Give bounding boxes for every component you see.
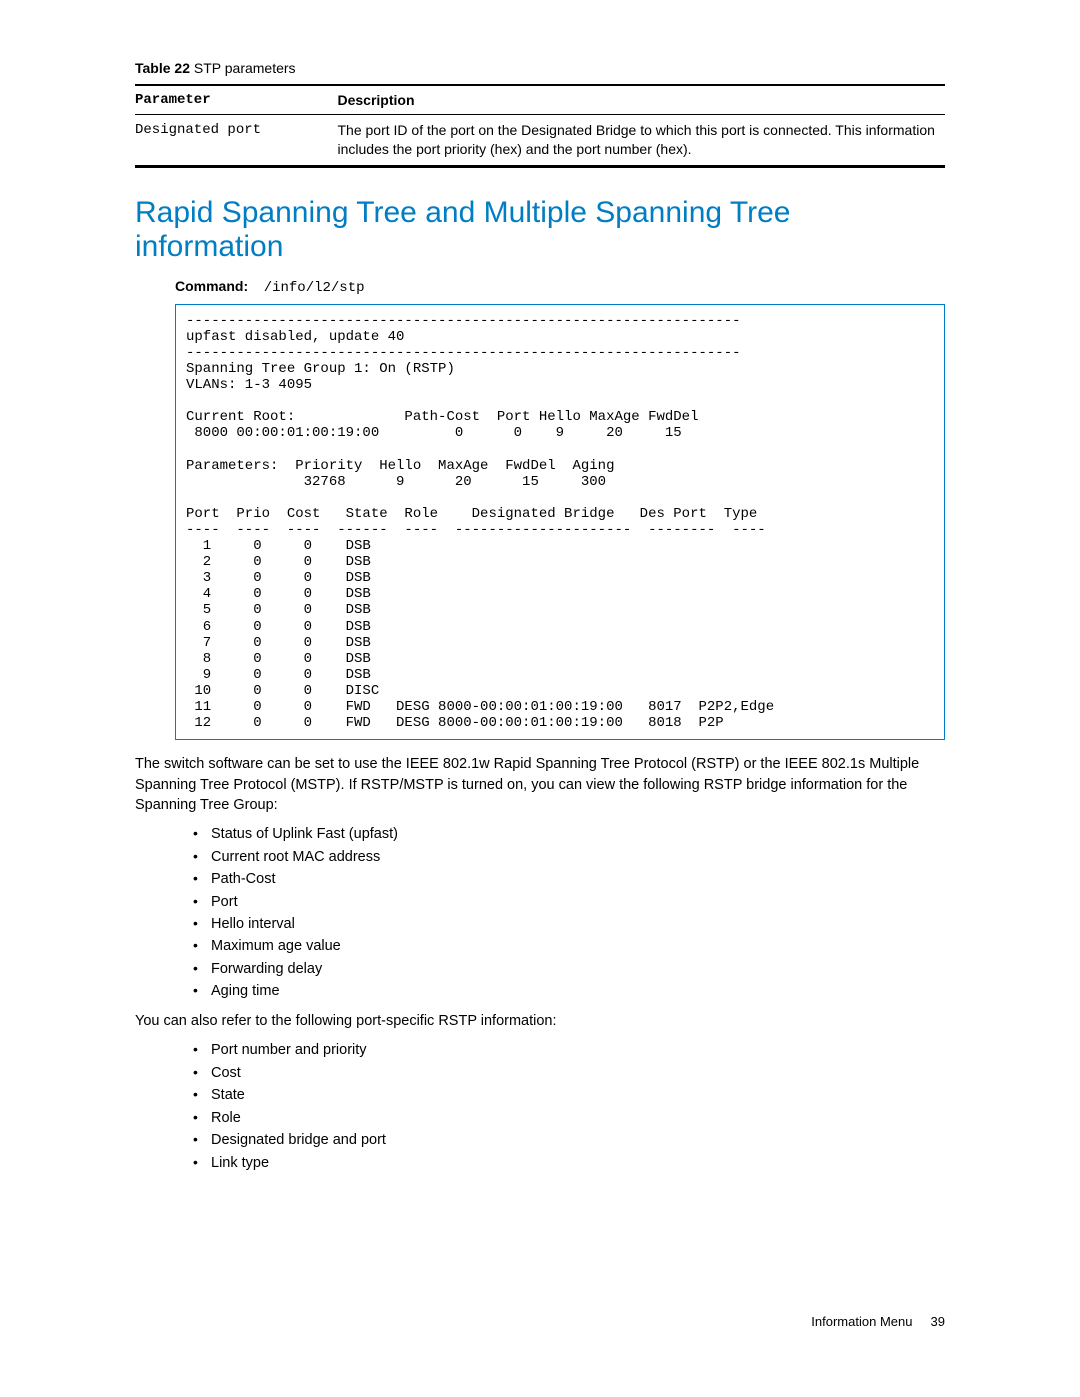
- list-item: Hello interval: [193, 913, 945, 935]
- td-description: The port ID of the port on the Designate…: [338, 115, 946, 167]
- bullet-list-1: Status of Uplink Fast (upfast) Current r…: [193, 823, 945, 1003]
- footer-page-number: 39: [931, 1314, 945, 1329]
- stp-parameters-table: Parameter Description Designated port Th…: [135, 84, 945, 168]
- th-parameter: Parameter: [135, 85, 338, 115]
- command-label: Command:: [175, 278, 248, 294]
- table-caption: Table 22 STP parameters: [135, 60, 945, 76]
- section-heading: Rapid Spanning Tree and Multiple Spannin…: [135, 196, 945, 264]
- paragraph-2: You can also refer to the following port…: [135, 1011, 945, 1031]
- document-page: Table 22 STP parameters Parameter Descri…: [0, 0, 1080, 1369]
- bullet-list-2: Port number and priority Cost State Role…: [193, 1039, 945, 1174]
- list-item: Port number and priority: [193, 1039, 945, 1061]
- table-caption-label: Table 22: [135, 60, 190, 76]
- list-item: Forwarding delay: [193, 958, 945, 980]
- footer-section: Information Menu: [811, 1314, 912, 1329]
- command-line: Command: /info/l2/stp: [175, 278, 945, 296]
- list-item: Role: [193, 1107, 945, 1129]
- list-item: Aging time: [193, 980, 945, 1002]
- list-item: Current root MAC address: [193, 846, 945, 868]
- list-item: State: [193, 1084, 945, 1106]
- cli-output-box: ----------------------------------------…: [175, 304, 945, 740]
- table-caption-text: STP parameters: [190, 60, 296, 76]
- list-item: Path-Cost: [193, 868, 945, 890]
- th-description: Description: [338, 85, 946, 115]
- td-parameter: Designated port: [135, 115, 338, 167]
- paragraph-1: The switch software can be set to use th…: [135, 754, 945, 815]
- command-value: /info/l2/stp: [264, 280, 365, 296]
- list-item: Designated bridge and port: [193, 1129, 945, 1151]
- list-item: Status of Uplink Fast (upfast): [193, 823, 945, 845]
- page-footer: Information Menu 39: [135, 1314, 945, 1329]
- list-item: Maximum age value: [193, 935, 945, 957]
- table-row: Designated port The port ID of the port …: [135, 115, 945, 167]
- list-item: Link type: [193, 1152, 945, 1174]
- list-item: Port: [193, 891, 945, 913]
- list-item: Cost: [193, 1062, 945, 1084]
